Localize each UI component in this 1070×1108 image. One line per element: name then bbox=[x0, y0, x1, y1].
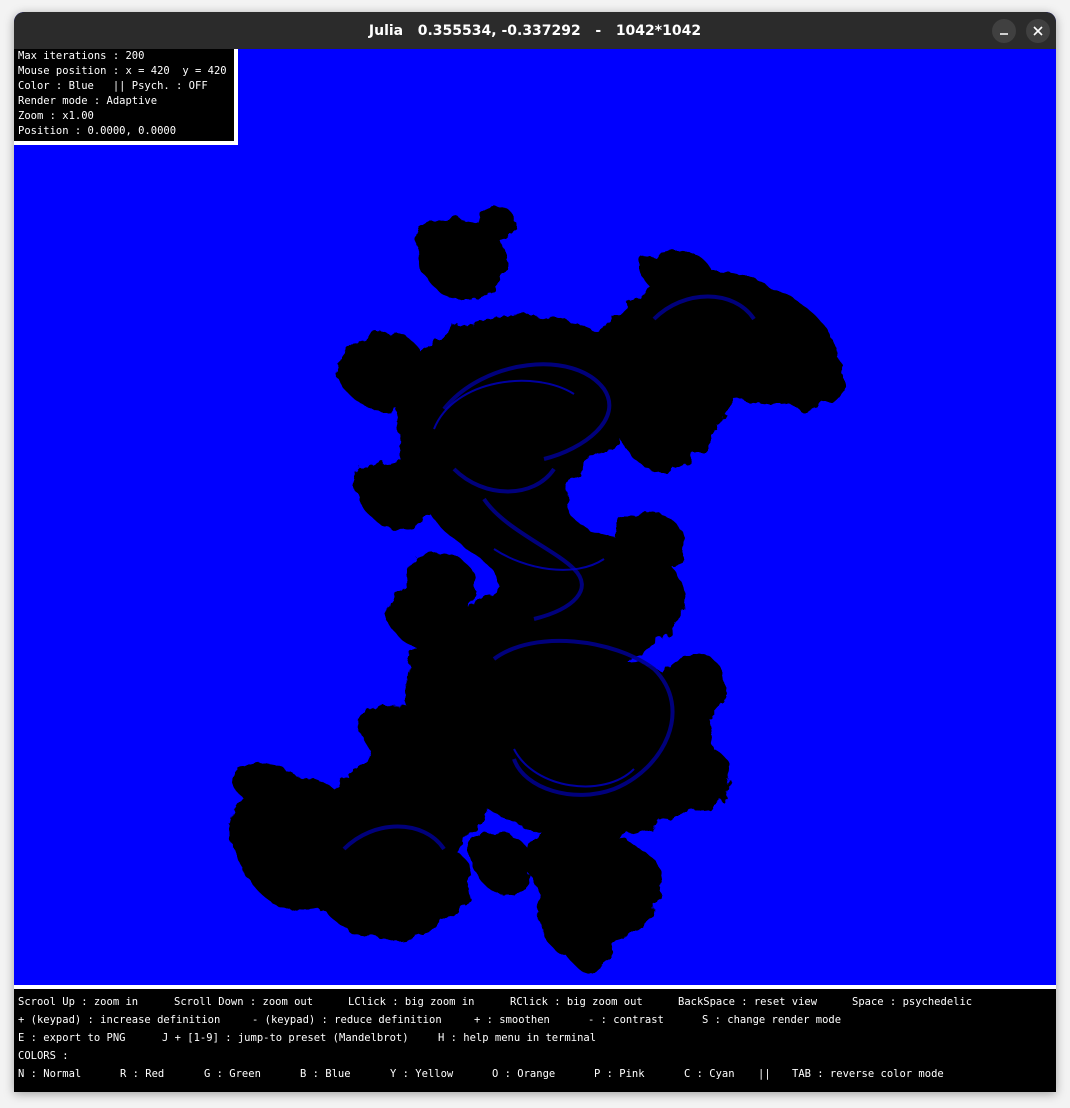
help-item: - : contrast bbox=[588, 1014, 664, 1026]
mouse-position-text: Mouse position : x = 420 y = 420 bbox=[18, 65, 227, 77]
position-text: Position : 0.0000, 0.0000 bbox=[18, 125, 177, 137]
help-item: + (keypad) : increase definition bbox=[18, 1014, 221, 1026]
help-item: N : Normal bbox=[18, 1068, 82, 1080]
help-item: RClick : big zoom out bbox=[510, 996, 643, 1008]
help-item: COLORS : bbox=[18, 1050, 69, 1062]
help-item: P : Pink bbox=[594, 1068, 645, 1080]
help-row-colors: N : Normal R : Red G : Green B : Blue Y … bbox=[14, 1065, 1056, 1083]
help-row-colors-heading: COLORS : bbox=[14, 1047, 1056, 1065]
color-mode-text: Color : Blue || Psych. : OFF bbox=[18, 80, 208, 92]
help-item: H : help menu in terminal bbox=[438, 1032, 597, 1044]
help-item: || bbox=[758, 1068, 771, 1080]
julia-fractal bbox=[228, 205, 844, 973]
help-item: Space : psychedelic bbox=[852, 996, 973, 1008]
help-panel: Scrool Up : zoom in Scroll Down : zoom o… bbox=[14, 985, 1056, 1092]
help-item: J + [1-9] : jump-to preset (Mandelbrot) bbox=[162, 1032, 409, 1044]
help-item: Y : Yellow bbox=[390, 1068, 454, 1080]
help-row-misc: E : export to PNG J + [1-9] : jump-to pr… bbox=[14, 1029, 1056, 1047]
help-row-definition: + (keypad) : increase definition - (keyp… bbox=[14, 1011, 1056, 1029]
help-item: S : change render mode bbox=[702, 1014, 842, 1026]
help-item: R : Red bbox=[120, 1068, 165, 1080]
julia-window: Julia 0.355534, -0.337292 - 1042*1042 Ma… bbox=[14, 12, 1056, 1092]
close-button[interactable] bbox=[1026, 19, 1050, 43]
minimize-icon bbox=[1000, 33, 1008, 35]
help-item: C : Cyan bbox=[684, 1068, 735, 1080]
window-title: Julia 0.355534, -0.337292 - 1042*1042 bbox=[368, 22, 702, 39]
help-item: + : smoothen bbox=[474, 1014, 550, 1026]
help-item: E : export to PNG bbox=[18, 1032, 126, 1044]
help-item: Scroll Down : zoom out bbox=[174, 996, 314, 1008]
help-row-navigation: Scrool Up : zoom in Scroll Down : zoom o… bbox=[14, 993, 1056, 1011]
help-item: BackSpace : reset view bbox=[678, 996, 818, 1008]
help-item: Scrool Up : zoom in bbox=[18, 996, 139, 1008]
info-panel: Max iterations : 200 Mouse position : x … bbox=[14, 49, 238, 145]
help-item: B : Blue bbox=[300, 1068, 351, 1080]
fractal-canvas[interactable]: Max iterations : 200 Mouse position : x … bbox=[14, 49, 1056, 1092]
close-icon bbox=[1033, 26, 1043, 36]
help-item: - (keypad) : reduce definition bbox=[252, 1014, 442, 1026]
max-iterations-text: Max iterations : 200 bbox=[18, 50, 145, 62]
help-item: LClick : big zoom in bbox=[348, 996, 475, 1008]
render-mode-text: Render mode : Adaptive bbox=[18, 95, 158, 107]
help-item: G : Green bbox=[204, 1068, 261, 1080]
minimize-button[interactable] bbox=[992, 19, 1016, 43]
help-item: TAB : reverse color mode bbox=[792, 1068, 944, 1080]
zoom-text: Zoom : x1.00 bbox=[18, 110, 94, 122]
title-bar: Julia 0.355534, -0.337292 - 1042*1042 bbox=[14, 12, 1056, 49]
help-item: O : Orange bbox=[492, 1068, 556, 1080]
